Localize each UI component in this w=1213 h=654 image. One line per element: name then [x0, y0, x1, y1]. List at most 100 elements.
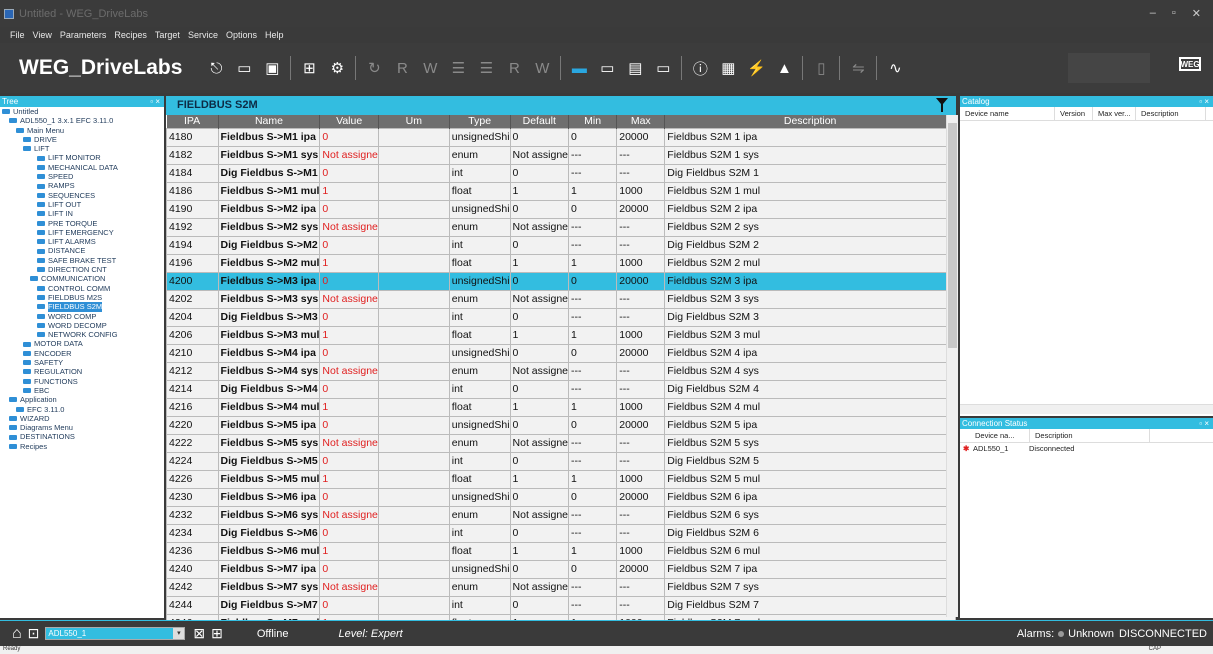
folder-icon[interactable]: ▭ [234, 58, 254, 78]
tree-item[interactable]: EFC 3.11.0 [0, 405, 164, 414]
catalog-hscroll[interactable] [960, 404, 1213, 414]
catalog-col-description[interactable]: Description [1136, 107, 1206, 120]
table-cell[interactable]: 0 [319, 415, 379, 435]
table-cell[interactable]: Not assigne [319, 433, 379, 453]
column-header[interactable]: Um [378, 115, 450, 128]
table-row[interactable]: 4244 Dig Fieldbus S->M7 0 int 0 --- --- Dig Fie… [166, 595, 956, 615]
table-cell[interactable]: Not assigne [319, 577, 379, 597]
table-row[interactable]: 4212 Fieldbus S->M4 sys Not assigne enum Not… [166, 361, 956, 381]
tree-item[interactable]: FIELDBUS M2S [0, 293, 164, 302]
read-all-icon[interactable]: R [504, 58, 524, 78]
tree-item[interactable]: RAMPS [0, 181, 164, 190]
tree-item[interactable]: LIFT ALARMS [0, 237, 164, 246]
table-cell[interactable]: 1 [319, 469, 379, 489]
table-row[interactable]: 4224 Dig Fieldbus S->M5 0 int 0 --- --- Dig Fie… [166, 451, 956, 471]
compare-icon[interactable]: ⇋ [848, 58, 868, 78]
tree-item[interactable]: SEQUENCES [0, 191, 164, 200]
monitor-icon[interactable]: ▬ [569, 58, 589, 78]
table-row[interactable]: 4230 Fieldbus S->M6 ipa 0 unsignedShi 0 0 2000… [166, 487, 956, 507]
tree-item[interactable]: WIZARD [0, 414, 164, 423]
table-cell[interactable]: 0 [319, 523, 379, 543]
tree-item[interactable]: LIFT IN [0, 209, 164, 218]
table-cell[interactable]: Not assigne [319, 505, 379, 525]
tree-item[interactable]: LIFT [0, 144, 164, 153]
table-cell[interactable]: 0 [319, 199, 379, 219]
menu-view[interactable]: View [33, 30, 52, 40]
table-row[interactable]: 4232 Fieldbus S->M6 sys Not assigne enum Not… [166, 505, 956, 525]
table-cell[interactable]: 0 [319, 271, 379, 291]
column-header[interactable]: Type [449, 115, 511, 128]
add-device-icon[interactable]: ⊞ [211, 625, 223, 642]
tree-item[interactable]: FIELDBUS S2M [0, 302, 164, 312]
save-icon[interactable]: ▣ [262, 58, 282, 78]
info-icon[interactable]: ⓘ [690, 58, 710, 78]
tree-item[interactable]: NETWORK CONFIG [0, 330, 164, 339]
table-row[interactable]: 4186 Fieldbus S->M1 mul 1 float 1 1 1000 Fieldb… [166, 181, 956, 201]
tree-item[interactable]: REGULATION [0, 367, 164, 376]
camera-icon[interactable]: ▭ [597, 58, 617, 78]
read-icon[interactable]: R [392, 58, 412, 78]
catalog-col-version[interactable]: Version [1055, 107, 1093, 120]
catalog-col-device[interactable]: Device name [960, 107, 1055, 120]
pin-icon[interactable]: ▫ × [1199, 96, 1209, 107]
table-cell[interactable]: 0 [319, 307, 379, 327]
table-row[interactable]: 4220 Fieldbus S->M5 ipa 0 unsignedShi 0 0 2000… [166, 415, 956, 435]
conn-col-device[interactable]: Device na... [970, 429, 1030, 442]
table-cell[interactable]: 1 [319, 253, 379, 273]
write-icon[interactable]: W [420, 58, 440, 78]
maximize-button[interactable]: ▫ [1172, 7, 1176, 20]
tree-item[interactable]: DESTINATIONS [0, 432, 164, 441]
connection-row[interactable]: ✱ ADL550_1 Disconnected [960, 443, 1213, 455]
tree-item[interactable]: EBC [0, 386, 164, 395]
tree-item[interactable]: DISTANCE [0, 246, 164, 255]
warning-icon[interactable]: ▲ [774, 58, 794, 78]
table-cell[interactable]: 0 [319, 379, 379, 399]
table-row[interactable]: 4194 Dig Fieldbus S->M2 0 int 0 --- --- Dig Fie… [166, 235, 956, 255]
tree-item[interactable]: SPEED [0, 172, 164, 181]
pin-icon[interactable]: ▫ × [150, 97, 160, 106]
flash-icon[interactable]: ⚡ [746, 58, 766, 78]
column-header[interactable]: IPA [166, 115, 219, 128]
settings-icon[interactable]: ⚙ [327, 58, 347, 78]
write-all-icon[interactable]: W [532, 58, 552, 78]
table-row[interactable]: 4216 Fieldbus S->M4 mul 1 float 1 1 1000 Fieldb… [166, 397, 956, 417]
tree-item[interactable]: DRIVE [0, 135, 164, 144]
chip-icon[interactable]: ▦ [718, 58, 738, 78]
minimize-button[interactable]: – [1150, 7, 1156, 20]
menu-parameters[interactable]: Parameters [60, 30, 107, 40]
table-row[interactable]: 4192 Fieldbus S->M2 sys Not assigne enum Not… [166, 217, 956, 237]
table-cell[interactable]: 0 [319, 451, 379, 471]
table-row[interactable]: 4222 Fieldbus S->M5 sys Not assigne enum Not… [166, 433, 956, 453]
table-row[interactable]: 4226 Fieldbus S->M5 mul 1 float 1 1 1000 Fieldb… [166, 469, 956, 489]
refresh-icon[interactable]: ↻ [364, 58, 384, 78]
write-list-icon[interactable]: ☰ [476, 58, 496, 78]
tree-item[interactable]: Application [0, 395, 164, 404]
tree-item[interactable]: LIFT EMERGENCY [0, 228, 164, 237]
tree-item[interactable]: Main Menu [0, 126, 164, 135]
table-row[interactable]: 4206 Fieldbus S->M3 mul 1 float 1 1 1000 Fieldb… [166, 325, 956, 345]
column-header[interactable]: Max [616, 115, 666, 128]
tree-item[interactable]: SAFETY [0, 358, 164, 367]
menu-file[interactable]: File [10, 30, 25, 40]
table-cell[interactable]: 0 [319, 559, 379, 579]
home-icon[interactable]: ⌂ [12, 625, 22, 643]
tree-item[interactable]: WORD COMP [0, 312, 164, 321]
read-list-icon[interactable]: ☰ [448, 58, 468, 78]
table-row[interactable]: 4234 Dig Fieldbus S->M6 0 int 0 --- --- Dig Fie… [166, 523, 956, 543]
table-row[interactable]: 4204 Dig Fieldbus S->M3 0 int 0 --- --- Dig Fie… [166, 307, 956, 327]
tree-item[interactable]: WORD DECOMP [0, 321, 164, 330]
table-cell[interactable]: 1 [319, 325, 379, 345]
table-cell[interactable]: 0 [319, 127, 379, 147]
table-cell[interactable]: 1 [319, 397, 379, 417]
column-header[interactable]: Default [510, 115, 570, 128]
table-row[interactable]: 4184 Dig Fieldbus S->M1 0 int 0 --- --- Dig Fie… [166, 163, 956, 183]
tree-item[interactable]: LIFT OUT [0, 200, 164, 209]
scroll-thumb[interactable] [948, 123, 957, 348]
tree-item[interactable]: Recipes [0, 442, 164, 451]
menu-help[interactable]: Help [265, 30, 284, 40]
tree-item[interactable]: DIRECTION CNT [0, 265, 164, 274]
table-cell[interactable]: Not assigne [319, 289, 379, 309]
table-cell[interactable]: 0 [319, 163, 379, 183]
table-row[interactable]: 4200 Fieldbus S->M3 ipa 0 unsignedShi 0 0 2000… [166, 271, 956, 291]
open-icon[interactable]: ⎋ [206, 58, 226, 78]
